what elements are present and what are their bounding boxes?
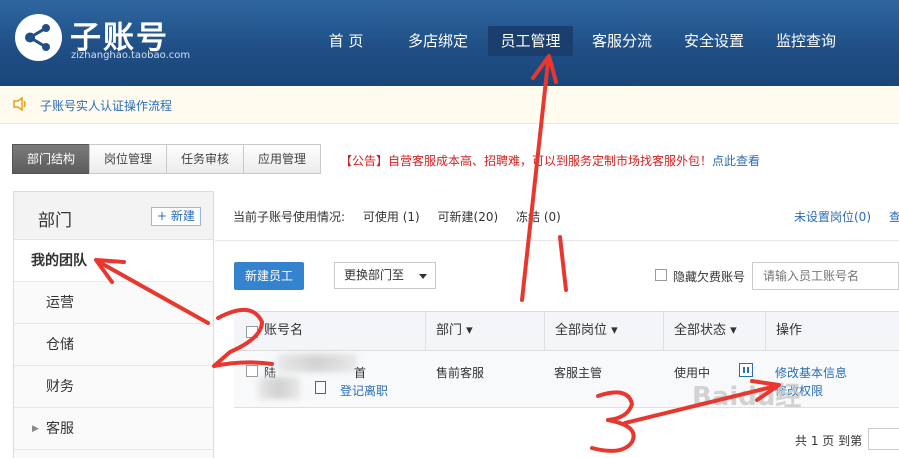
usage-prefix: 当前子账号使用情况: [233,210,346,224]
row-checkbox[interactable] [246,365,258,377]
subaccount-logo-icon [15,14,62,61]
unassigned-link[interactable]: 未设置岗位(0) [794,210,871,224]
usage-creatable: 可新建(20) [437,210,499,224]
app-subtitle: zizhanghao.taobao.com [71,50,191,61]
speaker-icon [13,96,26,112]
blurred-account-detail [258,377,300,399]
account-name-suffix: 首 [354,366,367,380]
usage-available: 可使用 (1) [362,210,420,224]
sidebar-title: 部门 [38,211,72,231]
document-icon [315,381,326,394]
nav-customer-service[interactable]: 客服分流 [586,26,658,56]
nav-security[interactable]: 安全设置 [678,26,750,56]
col-department[interactable]: 部门 ▾ [436,312,473,350]
announcement-text: 【公告】自营客服成本高、招聘难，可以到服务定制市场找客服外包！ [340,154,713,168]
nav-staff-management[interactable]: 员工管理 [488,26,573,56]
annotation-numeral-1 [558,235,568,292]
pager-text: 共 1 页 到第 [795,434,863,448]
unassigned-positions: 未设置岗位(0) 查 [794,208,899,225]
row-position: 客服主管 [554,366,603,380]
nav-monitoring[interactable]: 监控查询 [770,26,842,56]
notice-link[interactable]: 子账号实人认证操作流程 [40,97,172,114]
usage-frozen: 冻结 (0) [516,210,561,224]
more-link[interactable]: 查 [889,210,899,224]
sidebar-item-warehouse[interactable]: 仓储 [14,324,213,366]
pause-icon[interactable] [739,363,753,377]
sidebar-item-operations[interactable]: 运营 [14,282,213,324]
new-employee-button[interactable]: 新建员工 [234,262,304,290]
table-header: 账号名 部门 ▾ 全部岗位 ▾ 全部状态 ▾ 操作 [234,311,899,351]
col-position[interactable]: 全部岗位 ▾ [555,312,618,350]
caret-right-icon[interactable]: ▶ [32,408,39,450]
department-sidebar: 部门 + 新建 我的团队 运营 仓储 财务 ▶ 客服 [13,191,214,458]
tab-app-management[interactable]: 应用管理 [243,144,322,174]
change-department-label: 更换部门至 [344,268,405,282]
tab-department-structure[interactable]: 部门结构 [12,144,91,174]
nav-home[interactable]: 首 页 [320,26,372,56]
col-status[interactable]: 全部状态 ▾ [674,312,737,350]
baidu-watermark: Baidu经 [692,382,802,412]
announcement-link[interactable]: 点此查看 [712,154,760,168]
sidebar-item-my-team[interactable]: 我的团队 [14,240,213,282]
section-tabs: 部门结构 岗位管理 任务审核 应用管理 [12,144,322,174]
employee-search-input[interactable] [752,262,899,290]
row-department: 售前客服 [436,366,485,380]
col-actions: 操作 [776,323,803,338]
hide-arrears-label[interactable]: 隐藏欠费账号 [673,268,745,285]
blurred-account-name [277,354,357,372]
sidebar-item-label: 客服 [46,421,74,437]
sidebar-item-customer-service[interactable]: ▶ 客服 [14,408,213,450]
divider [215,240,899,241]
top-header: 子账号 zizhanghao.taobao.com 首 页 多店绑定 员工管理 … [0,0,899,86]
change-department-dropdown[interactable]: 更换部门至 [334,262,436,289]
announcement: 【公告】自营客服成本高、招聘难，可以到服务定制市场找客服外包！点此查看 [340,152,760,169]
page-number-input[interactable] [868,428,899,450]
register-leave-link[interactable]: 登记离职 [340,382,388,399]
col-account-name: 账号名 [264,323,304,338]
usage-summary: 当前子账号使用情况: 可使用 (1) 可新建(20) 冻结 (0) [233,208,575,225]
select-all-checkbox[interactable] [246,326,258,338]
sidebar-item-finance[interactable]: 财务 [14,366,213,408]
chevron-down-icon [419,274,427,279]
sidebar-header: 部门 + 新建 [14,192,213,240]
notice-bar: 子账号实人认证操作流程 [0,86,899,124]
tab-position-management[interactable]: 岗位管理 [89,144,168,174]
new-department-button[interactable]: + 新建 [151,207,201,226]
page-root: 子账号 zizhanghao.taobao.com 首 页 多店绑定 员工管理 … [0,0,899,458]
tab-task-review[interactable]: 任务审核 [166,144,245,174]
hide-arrears-checkbox[interactable] [655,269,667,281]
nav-multi-store[interactable]: 多店绑定 [402,26,474,56]
